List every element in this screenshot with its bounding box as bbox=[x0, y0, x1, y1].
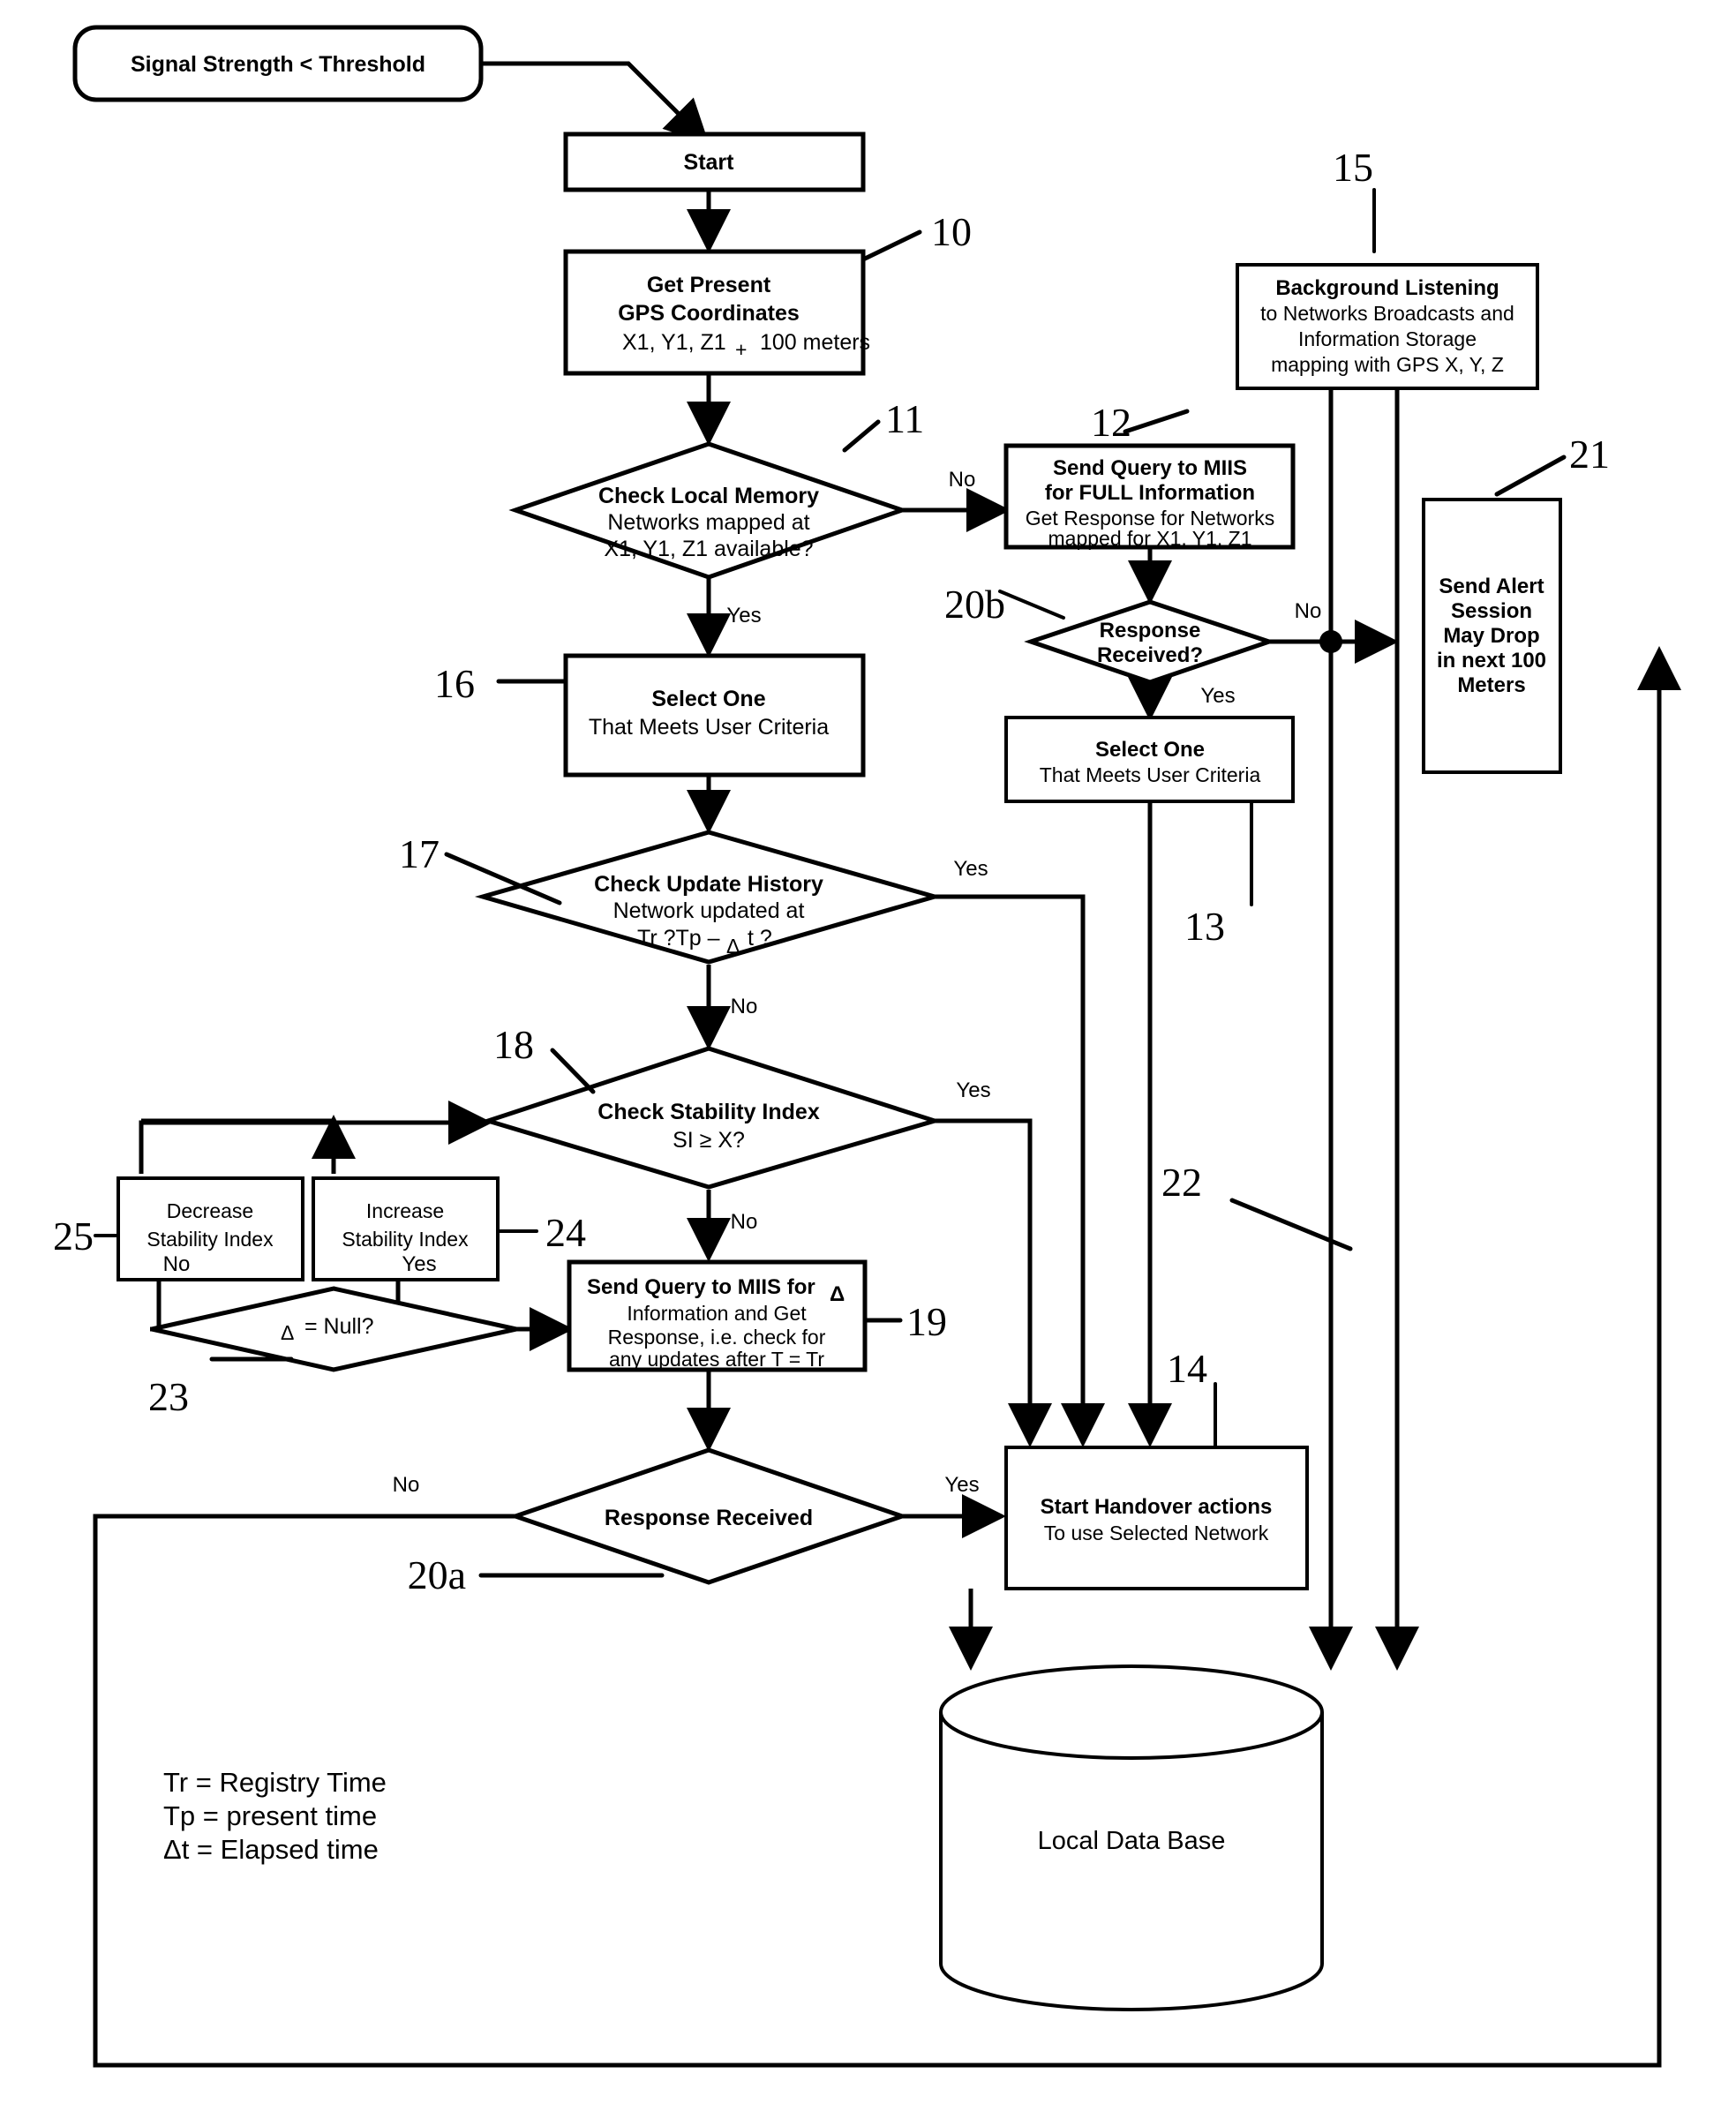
legend-line3: Δt = Elapsed time bbox=[163, 1834, 379, 1865]
sendqueryfull-ref: 12 bbox=[1091, 400, 1131, 445]
handover-ref: 14 bbox=[1167, 1346, 1207, 1391]
sendquerydelta-line1b: Δ bbox=[830, 1282, 845, 1306]
edge-label-response-a-no: No bbox=[393, 1473, 420, 1497]
edge-label-checklocal-no: No bbox=[949, 468, 976, 492]
db-label: Local Data Base bbox=[1038, 1827, 1226, 1855]
sendquerydelta-line3: Response, i.e. check for bbox=[608, 1326, 826, 1349]
backgroundlistening-line1: Background Listening bbox=[1275, 276, 1499, 300]
backgroundlistening-line3: Information Storage bbox=[1298, 327, 1477, 350]
sendalert-line2: Session bbox=[1451, 599, 1532, 623]
db-top-ellipse bbox=[939, 1664, 1324, 1760]
increase-ref: 24 bbox=[545, 1210, 586, 1255]
node-start: Start bbox=[563, 132, 866, 192]
increase-line1: Increase bbox=[366, 1199, 444, 1222]
sendquerydelta-line1a: Send Query to MIIS for bbox=[587, 1275, 815, 1299]
selectone-right-line1: Select One bbox=[1095, 738, 1205, 762]
increase-line2: Stability Index bbox=[342, 1228, 469, 1251]
edge-label-checklocal-yes: Yes bbox=[726, 604, 761, 627]
sendquerydelta-line4: any updates after T = Tr bbox=[609, 1348, 824, 1371]
updatehistory-line2: Network updated at bbox=[613, 898, 805, 923]
sendalert-ref: 21 bbox=[1569, 432, 1610, 477]
selectone-left-line1: Select One bbox=[651, 687, 765, 711]
sendqueryfull-line1: Send Query to MIIS bbox=[1053, 456, 1247, 480]
db-ref: 22 bbox=[1161, 1160, 1202, 1205]
sendalert-line3: May Drop bbox=[1443, 624, 1539, 648]
decrease-line2: Stability Index bbox=[147, 1228, 274, 1251]
backgroundlistening-line2: to Networks Broadcasts and bbox=[1260, 302, 1514, 325]
sendqueryfull-line4: mapped for X1, Y1, Z1 bbox=[1048, 527, 1252, 550]
gps-ref: 10 bbox=[931, 209, 972, 254]
gps-label-line3b: + bbox=[735, 338, 747, 361]
sendquerydelta-line2: Information and Get bbox=[627, 1302, 807, 1325]
sendalert-line4: in next 100 bbox=[1437, 649, 1546, 673]
gps-label-line2: GPS Coordinates bbox=[618, 301, 800, 326]
selectone-left-line2: That Meets User Criteria bbox=[589, 715, 829, 740]
edge-label-deltanull-yes: Yes bbox=[402, 1252, 436, 1276]
response-a-ref: 20a bbox=[408, 1552, 466, 1597]
updatehistory-ref: 17 bbox=[399, 831, 440, 876]
backgroundlistening-ref: 15 bbox=[1333, 145, 1373, 190]
gps-label-line1: Get Present bbox=[647, 273, 771, 297]
legend-block: Tr = Registry Time Tp = present time Δt … bbox=[163, 1767, 387, 1865]
checklocal-line2: Networks mapped at bbox=[607, 510, 809, 535]
decrease-line1: Decrease bbox=[167, 1199, 253, 1222]
updatehistory-line1: Check Update History bbox=[594, 872, 823, 897]
edge-label-stability-yes: Yes bbox=[956, 1078, 990, 1102]
edge-label-deltanull-no: No bbox=[163, 1252, 191, 1276]
handover-line1: Start Handover actions bbox=[1041, 1495, 1273, 1519]
selectone-right-ref: 13 bbox=[1184, 904, 1225, 949]
sendquerydelta-ref: 19 bbox=[906, 1299, 947, 1344]
sendqueryfull-line2: for FULL Information bbox=[1045, 481, 1255, 505]
gps-label-line3c: 100 meters bbox=[760, 330, 870, 355]
handover-line2: To use Selected Network bbox=[1044, 1522, 1269, 1544]
legend-line1: Tr = Registry Time bbox=[163, 1767, 387, 1798]
deltanull-line1a: Δ bbox=[281, 1321, 294, 1344]
stability-ref: 18 bbox=[493, 1022, 534, 1067]
response-a-line1: Response Received bbox=[605, 1506, 813, 1530]
checklocal-ref: 11 bbox=[885, 396, 924, 441]
edge-label-response-b-yes: Yes bbox=[1200, 684, 1235, 708]
edge-label-response-a-yes: Yes bbox=[944, 1473, 979, 1497]
deltanull-line1b: = Null? bbox=[304, 1314, 374, 1339]
deltanull-ref: 23 bbox=[148, 1374, 189, 1419]
selectone-right-line2: That Meets User Criteria bbox=[1040, 763, 1261, 786]
edge-label-stability-no: No bbox=[731, 1210, 758, 1234]
updatehistory-line3c: t ? bbox=[748, 926, 772, 951]
legend-line2: Tp = present time bbox=[163, 1800, 377, 1831]
node-trigger: Signal Strength < Threshold bbox=[72, 25, 484, 102]
trigger-label: Signal Strength < Threshold bbox=[131, 52, 425, 77]
checklocal-line1: Check Local Memory bbox=[598, 484, 819, 508]
edge-label-response-b-no: No bbox=[1295, 599, 1322, 623]
edge-label-updatehistory-no: No bbox=[731, 995, 758, 1018]
response-b-ref: 20b bbox=[944, 582, 1005, 627]
response-b-line2: Received? bbox=[1097, 643, 1203, 667]
backgroundlistening-line4: mapping with GPS X, Y, Z bbox=[1271, 353, 1504, 376]
flowchart-diagram: Signal Strength < Threshold Start Get Pr… bbox=[0, 0, 1736, 2104]
decrease-ref: 25 bbox=[53, 1214, 94, 1259]
sendalert-line5: Meters bbox=[1457, 673, 1525, 697]
edge-label-updatehistory-yes: Yes bbox=[953, 857, 988, 881]
response-b-line1: Response bbox=[1100, 619, 1201, 642]
stability-line1: Check Stability Index bbox=[597, 1100, 820, 1124]
updatehistory-line3b: Δ bbox=[726, 935, 740, 958]
sendalert-line1: Send Alert bbox=[1439, 575, 1544, 598]
flowchart-svg: Signal Strength < Threshold Start Get Pr… bbox=[0, 0, 1736, 2104]
selectone-left-ref: 16 bbox=[434, 661, 475, 706]
stability-line2: SI ≥ X? bbox=[673, 1128, 745, 1153]
checklocal-line3: X1, Y1, Z1 available? bbox=[604, 537, 813, 561]
start-label: Start bbox=[684, 150, 735, 175]
updatehistory-line3a: Tr ?Tp – bbox=[637, 926, 720, 951]
gps-label-line3a: X1, Y1, Z1 bbox=[622, 330, 726, 355]
